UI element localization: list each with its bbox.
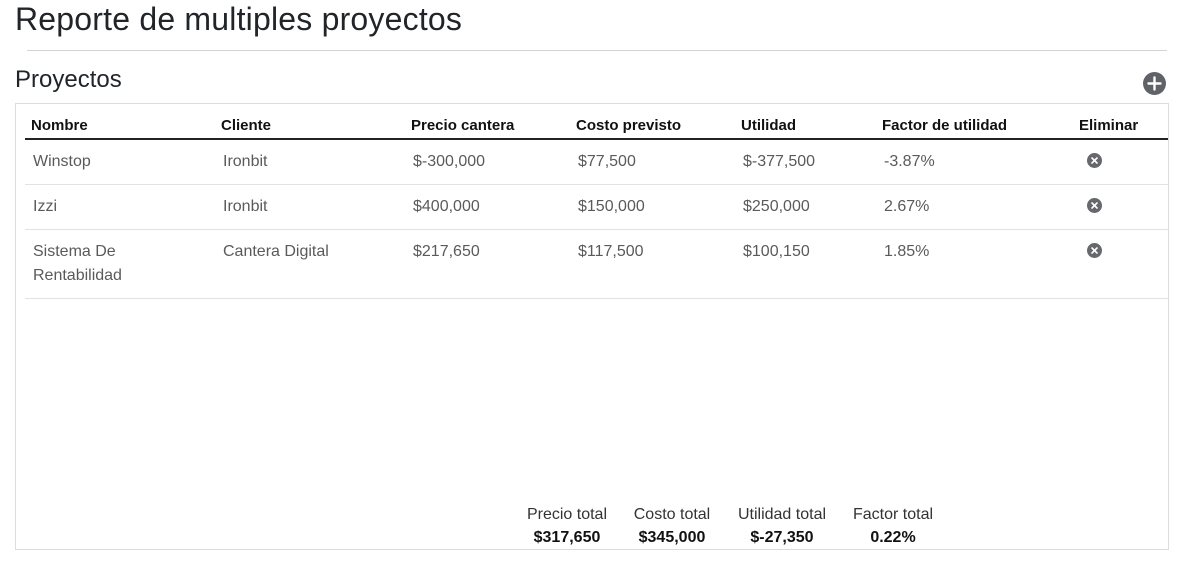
total-precio-value: $317,650: [533, 529, 601, 546]
cell-cliente: Ironbit: [215, 139, 405, 185]
page-title: Reporte de multiples proyectos: [15, 1, 463, 37]
cell-eliminar: [1073, 229, 1168, 299]
total-costo-label: Costo total: [633, 506, 711, 523]
col-header-nombre[interactable]: Nombre: [25, 112, 215, 140]
cell-nombre: Izzi: [25, 184, 215, 230]
title-divider: [27, 50, 1167, 51]
total-factor: Factor total 0.22%: [844, 504, 942, 550]
projects-table: Nombre Cliente Precio cantera Costo prev…: [25, 112, 1168, 299]
add-project-button[interactable]: [1143, 72, 1166, 95]
delete-row-button[interactable]: [1087, 198, 1102, 213]
cell-cliente: Ironbit: [215, 184, 405, 230]
total-precio-label: Precio total: [526, 506, 608, 523]
cell-utilidad: $-377,500: [735, 139, 876, 185]
col-header-factor[interactable]: Factor de utilidad: [876, 112, 1073, 140]
table-row: Izzi Ironbit $400,000 $150,000 $250,000 …: [25, 184, 1168, 230]
cell-utilidad: $100,150: [735, 229, 876, 299]
cell-nombre: Winstop: [25, 139, 215, 185]
x-circle-icon: [1091, 202, 1098, 209]
delete-row-button[interactable]: [1087, 243, 1102, 258]
cell-costo: $117,500: [570, 229, 735, 299]
cell-costo: $77,500: [570, 139, 735, 185]
total-utilidad-value: $-27,350: [750, 529, 814, 546]
col-header-utilidad[interactable]: Utilidad: [735, 112, 876, 140]
total-utilidad: Utilidad total $-27,350: [728, 504, 836, 550]
cell-precio: $400,000: [405, 184, 570, 230]
total-factor-value: 0.22%: [870, 529, 916, 546]
cell-factor: -3.87%: [876, 139, 1073, 185]
section-title: Proyectos: [15, 66, 122, 93]
col-header-cliente[interactable]: Cliente: [215, 112, 405, 140]
table-header-row: Nombre Cliente Precio cantera Costo prev…: [25, 112, 1168, 140]
cell-eliminar: [1073, 184, 1168, 230]
cell-precio: $-300,000: [405, 139, 570, 185]
cell-factor: 1.85%: [876, 229, 1073, 299]
total-utilidad-label: Utilidad total: [737, 506, 827, 523]
cell-nombre: Sistema De Rentabilidad: [25, 229, 215, 299]
delete-row-button[interactable]: [1087, 153, 1102, 168]
col-header-eliminar: Eliminar: [1073, 112, 1168, 140]
total-factor-label: Factor total: [852, 506, 934, 523]
total-costo: Costo total $345,000: [624, 504, 720, 550]
cell-utilidad: $250,000: [735, 184, 876, 230]
cell-cliente: Cantera Digital: [215, 229, 405, 299]
table-row: Winstop Ironbit $-300,000 $77,500 $-377,…: [25, 139, 1168, 185]
table-row: Sistema De Rentabilidad Cantera Digital …: [25, 229, 1168, 299]
plus-circle-icon: [1147, 76, 1162, 91]
total-costo-value: $345,000: [638, 529, 706, 546]
x-circle-icon: [1091, 247, 1098, 254]
col-header-costo[interactable]: Costo previsto: [570, 112, 735, 140]
cell-costo: $150,000: [570, 184, 735, 230]
col-header-precio[interactable]: Precio cantera: [405, 112, 570, 140]
cell-factor: 2.67%: [876, 184, 1073, 230]
cell-precio: $217,650: [405, 229, 570, 299]
cell-eliminar: [1073, 139, 1168, 185]
total-precio: Precio total $317,650: [518, 504, 616, 550]
panel-edge: [1169, 103, 1183, 503]
x-circle-icon: [1091, 157, 1098, 164]
